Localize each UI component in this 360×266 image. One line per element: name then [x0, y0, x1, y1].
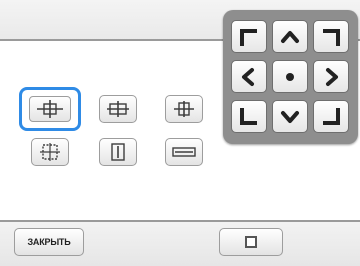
move-up-right-button[interactable] — [313, 20, 349, 53]
stop-button[interactable] — [219, 228, 283, 256]
frame-style-button-5[interactable] — [99, 138, 137, 166]
frame-square-icon — [40, 143, 60, 161]
frame-horizontal-icon — [172, 147, 196, 157]
arrow-up-right-corner-icon — [323, 28, 340, 46]
square-icon — [245, 236, 257, 248]
frame-style-button-1[interactable] — [19, 87, 81, 131]
center-button[interactable] — [272, 60, 308, 93]
arrow-right-icon — [326, 67, 338, 86]
arrow-down-right-corner-icon — [323, 107, 340, 125]
move-down-button[interactable] — [272, 100, 308, 133]
frame-cross-both-icon — [37, 100, 63, 118]
center-dot-icon — [286, 72, 294, 81]
move-up-button[interactable] — [272, 20, 308, 53]
arrow-up-icon — [281, 30, 299, 43]
frame-vertical-icon — [111, 143, 125, 161]
embroidery-frame-screen: ЗАКРЫТЬ — [0, 0, 360, 266]
frame-style-button-2[interactable] — [99, 95, 137, 123]
arrow-left-icon — [242, 67, 254, 86]
frame-cross-small-icon — [174, 101, 194, 117]
frame-style-button-1-face — [29, 96, 71, 122]
move-down-right-button[interactable] — [313, 100, 349, 133]
move-left-button[interactable] — [231, 60, 267, 93]
arrow-up-left-corner-icon — [240, 28, 257, 46]
frame-cross-icon — [107, 101, 129, 117]
move-right-button[interactable] — [313, 60, 349, 93]
arrow-down-left-corner-icon — [240, 107, 257, 125]
move-up-left-button[interactable] — [231, 20, 267, 53]
frame-style-button-6[interactable] — [165, 138, 203, 166]
direction-pad — [223, 10, 358, 144]
move-down-left-button[interactable] — [231, 100, 267, 133]
arrow-down-icon — [281, 110, 299, 123]
frame-style-button-4[interactable] — [31, 138, 69, 166]
frame-style-button-3[interactable] — [165, 95, 203, 123]
close-button[interactable]: ЗАКРЫТЬ — [14, 228, 84, 256]
